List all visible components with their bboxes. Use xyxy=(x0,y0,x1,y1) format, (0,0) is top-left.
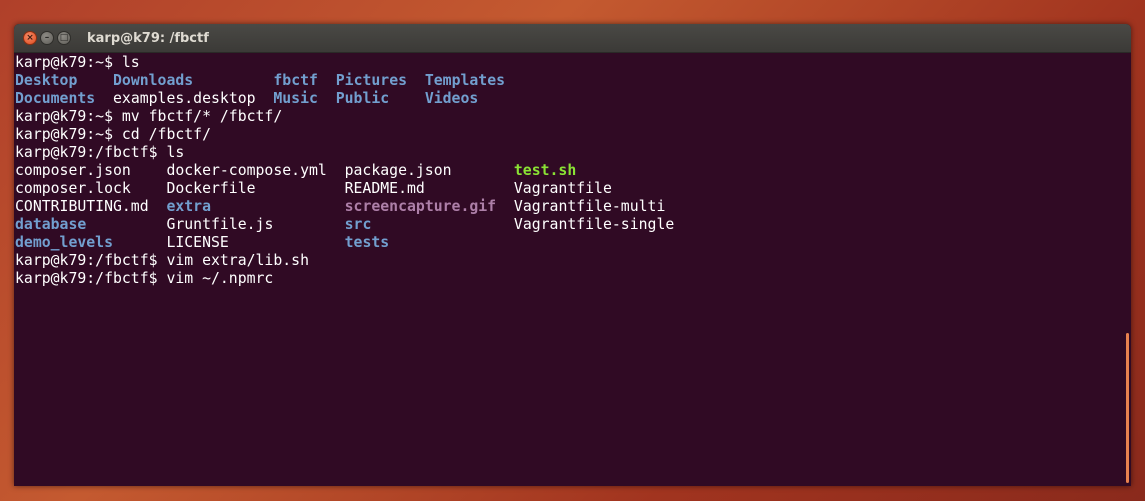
terminal-output[interactable]: karp@k79:~$ ls Desktop Downloads fbctf Pi… xyxy=(14,53,1131,486)
scrollbar[interactable] xyxy=(1126,333,1129,483)
directory-entry: demo_levels xyxy=(15,234,113,251)
terminal-text: CONTRIBUTING.md xyxy=(15,198,167,215)
terminal-line: Desktop Downloads fbctf Pictures Templat… xyxy=(15,72,1131,90)
executable-entry: test.sh xyxy=(513,162,577,179)
directory-entry: tests xyxy=(344,234,390,251)
directory-entry: Music xyxy=(273,90,318,107)
terminal-line: karp@k79:/fbctf$ ls xyxy=(15,144,1131,162)
directory-entry: Documents xyxy=(15,90,96,107)
terminal-text: composer.lock Dockerfile README.md Vagra… xyxy=(15,180,612,197)
terminal-line: karp@k79:/fbctf$ vim ~/.npmrc xyxy=(15,270,1131,288)
terminal-line: database Gruntfile.js src Vagrantfile-si… xyxy=(15,216,1131,234)
terminal-line: composer.lock Dockerfile README.md Vagra… xyxy=(15,180,1131,198)
terminal-text: karp@k79:/fbctf$ ls xyxy=(15,144,185,161)
minimize-button[interactable]: – xyxy=(40,31,54,45)
maximize-icon: □ xyxy=(59,32,69,43)
directory-entry: Desktop xyxy=(15,72,78,89)
terminal-line: demo_levels LICENSE tests xyxy=(15,234,1131,252)
terminal-text: composer.json docker-compose.yml package… xyxy=(15,162,514,179)
terminal-text: karp@k79:~$ cd /fbctf/ xyxy=(15,126,211,143)
directory-entry: Pictures xyxy=(335,72,408,89)
directory-entry: database xyxy=(15,216,87,233)
window-title: karp@k79: /fbctf xyxy=(87,30,209,46)
terminal-line: Documents examples.desktop Music Public … xyxy=(15,90,1131,108)
title-bar[interactable]: × – □ karp@k79: /fbctf xyxy=(14,24,1131,53)
image-entry: screencapture.gif xyxy=(344,198,497,215)
terminal-text: karp@k79:~$ mv fbctf/* /fbctf/ xyxy=(15,108,283,125)
terminal-line: karp@k79:~$ cd /fbctf/ xyxy=(15,126,1131,144)
terminal-line: karp@k79:/fbctf$ vim extra/lib.sh xyxy=(15,252,1131,270)
terminal-text: karp@k79:/fbctf$ vim ~/.npmrc xyxy=(15,270,274,287)
directory-entry: src xyxy=(344,216,372,233)
window-controls: × – □ xyxy=(23,31,71,45)
directory-entry: fbctf xyxy=(273,72,318,89)
maximize-button[interactable]: □ xyxy=(57,31,71,45)
minimize-icon: – xyxy=(44,32,50,43)
close-icon: × xyxy=(26,32,34,43)
terminal-text: karp@k79:/fbctf$ vim extra/lib.sh xyxy=(15,252,309,269)
terminal-text: Vagrantfile-single xyxy=(371,216,675,233)
directory-entry: Videos xyxy=(424,90,479,107)
terminal-text: karp@k79:~$ ls xyxy=(15,54,140,71)
terminal-text: Vagrantfile-multi xyxy=(496,198,666,215)
terminal-line: composer.json docker-compose.yml package… xyxy=(15,162,1131,180)
terminal-line: karp@k79:~$ ls xyxy=(15,54,1131,72)
terminal-line: CONTRIBUTING.md extra screencapture.gif … xyxy=(15,198,1131,216)
directory-entry: Public xyxy=(335,90,390,107)
close-button[interactable]: × xyxy=(23,31,37,45)
directory-entry: extra xyxy=(166,198,211,215)
terminal-text: Gruntfile.js xyxy=(86,216,345,233)
directory-entry: Templates xyxy=(424,72,506,89)
terminal-window: × – □ karp@k79: /fbctf karp@k79:~$ ls Des… xyxy=(14,24,1131,486)
terminal-text: examples.desktop xyxy=(95,90,274,107)
directory-entry: Downloads xyxy=(113,72,194,89)
terminal-text: LICENSE xyxy=(113,234,345,251)
terminal-line: karp@k79:~$ mv fbctf/* /fbctf/ xyxy=(15,108,1131,126)
